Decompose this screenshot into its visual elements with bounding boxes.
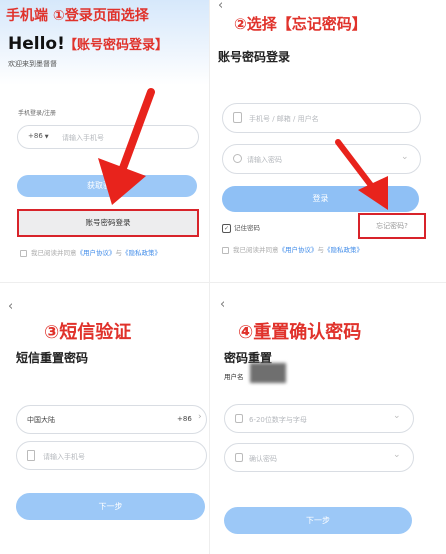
phone-input[interactable]: 请输入手机号 <box>16 441 207 470</box>
region-code: +86 <box>177 415 192 423</box>
region-select[interactable]: 中国大陆 +86 › <box>16 405 207 434</box>
panel-login-select: 手机端 ①登录页面选择 Hello! 【账号密码登录】 欢迎来到墨督督 手机登录… <box>0 0 209 282</box>
arrow-icon <box>335 139 388 210</box>
new-password-input[interactable]: 6-20位数字与字母 ⌄ <box>224 404 414 433</box>
new-password-placeholder: 6-20位数字与字母 <box>249 416 307 424</box>
username-label: 用户名 <box>224 373 244 381</box>
chevron-right-icon: › <box>198 412 202 422</box>
lock-icon <box>235 453 243 462</box>
next-button[interactable]: 下一步 <box>224 507 412 534</box>
panel-forgot-password: ‹ ②选择【忘记密码】 账号密码登录 手机号 / 邮箱 / 用户名 请输入密码 … <box>210 0 446 282</box>
arrow-icon <box>98 88 155 205</box>
panel-reset-password: ‹ ④重置确认密码 密码重置 用户名 6-20位数字与字母 ⌄ 确认密码 ⌄ 下… <box>210 283 446 554</box>
back-icon[interactable]: ‹ <box>8 299 13 314</box>
phone-placeholder: 请输入手机号 <box>43 453 85 461</box>
page-title: 短信重置密码 <box>16 351 89 365</box>
eye-toggle-icon[interactable]: ⌄ <box>393 411 401 421</box>
lock-icon <box>235 414 243 423</box>
step-3-title: ③短信验证 <box>44 322 132 343</box>
phone-icon <box>27 450 35 461</box>
username-redacted <box>250 363 286 383</box>
region-label: 中国大陆 <box>27 416 55 424</box>
next-button[interactable]: 下一步 <box>16 493 205 520</box>
confirm-password-input[interactable]: 确认密码 ⌄ <box>224 443 414 472</box>
back-icon[interactable]: ‹ <box>220 297 225 312</box>
step-4-title: ④重置确认密码 <box>238 322 362 343</box>
eye-toggle-icon[interactable]: ⌄ <box>393 450 401 460</box>
confirm-password-placeholder: 确认密码 <box>249 455 277 463</box>
panel-sms-verify: ‹ ③短信验证 短信重置密码 中国大陆 +86 › 请输入手机号 下一步 <box>0 283 209 554</box>
